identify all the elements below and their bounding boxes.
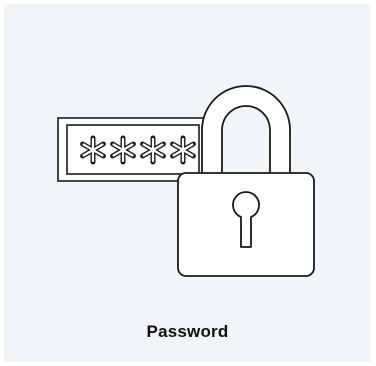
password-card: Password xyxy=(4,4,371,362)
padlock-shackle-icon xyxy=(201,85,291,177)
password-field-icon xyxy=(57,117,209,182)
padlock-icon xyxy=(177,85,315,277)
caption-label: Password xyxy=(146,322,229,341)
password-illustration xyxy=(57,85,315,277)
